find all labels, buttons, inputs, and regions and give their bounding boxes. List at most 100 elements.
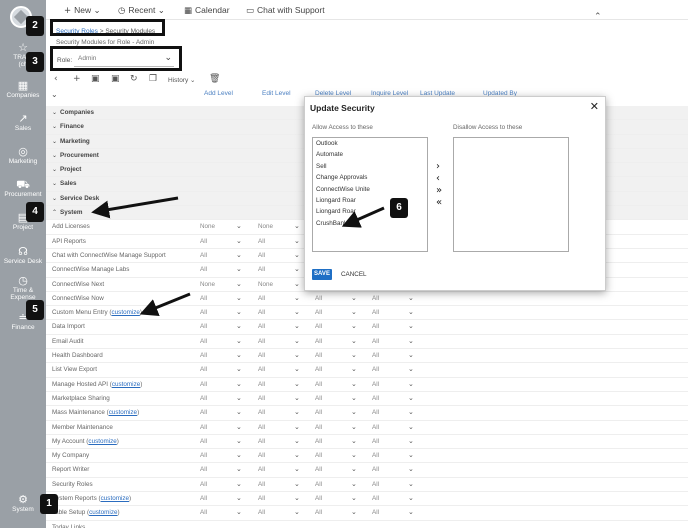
add-level-select[interactable]: All ⌄ [200,322,250,330]
delete-level-select[interactable]: All ⌄ [315,308,365,316]
delete-level-select[interactable]: All ⌄ [315,380,365,388]
add-level-select[interactable]: All ⌄ [200,265,250,273]
delete-level-select[interactable]: All ⌄ [315,437,365,445]
edit-level-select[interactable]: None ⌄ [258,222,308,230]
allow-list-item[interactable]: Liongard Roar [313,206,427,217]
edit-level-select[interactable]: All ⌄ [258,465,308,473]
edit-level-select[interactable]: All ⌄ [258,394,308,402]
move-all-right-icon[interactable]: » [436,185,442,196]
save-icon[interactable]: ▣ [91,74,100,84]
add-icon[interactable]: + [73,74,81,84]
delete-level-select[interactable]: All ⌄ [315,394,365,402]
cancel-button[interactable]: CANCEL [341,271,367,278]
add-level-select[interactable]: All ⌄ [200,337,250,345]
delete-level-select[interactable]: All ⌄ [315,465,365,473]
edit-level-select[interactable]: All ⌄ [258,451,308,459]
disallow-access-list[interactable] [453,137,569,252]
customize-link[interactable]: customize [112,309,140,316]
allow-list-item[interactable]: Automate [313,149,427,160]
inquire-level-select[interactable]: All ⌄ [372,294,422,302]
add-level-select[interactable]: All ⌄ [200,251,250,259]
edit-level-select[interactable]: All ⌄ [258,380,308,388]
delete-level-select[interactable]: All ⌄ [315,365,365,373]
customize-link[interactable]: customize [101,495,129,502]
edit-level-select[interactable]: All ⌄ [258,351,308,359]
new-menu-button[interactable]: + New ⌄ [64,5,104,16]
inquire-level-select[interactable]: All ⌄ [372,337,422,345]
inquire-level-select[interactable]: All ⌄ [372,494,422,502]
allow-list-item[interactable]: Outlook [313,138,427,149]
save-button[interactable]: SAVE [312,269,332,280]
add-level-select[interactable]: All ⌄ [200,437,250,445]
inquire-level-select[interactable]: All ⌄ [372,365,422,373]
expand-all-icon[interactable]: ⌄ [51,90,58,99]
sidebar-item-companies[interactable]: ▦ Companies [0,80,46,100]
add-level-select[interactable]: All ⌄ [200,351,250,359]
inquire-level-select[interactable]: All ⌄ [372,480,422,488]
edit-level-select[interactable]: All ⌄ [258,308,308,316]
delete-level-select[interactable]: All ⌄ [315,423,365,431]
chat-support-button[interactable]: ▭ Chat with Support [246,5,325,16]
add-level-select[interactable]: All ⌄ [200,451,250,459]
inquire-level-select[interactable]: All ⌄ [372,394,422,402]
move-all-left-icon[interactable]: « [436,197,442,208]
delete-level-select[interactable]: All ⌄ [315,480,365,488]
allow-access-list[interactable]: Outlook Automate Sell Change Approvals Conne… [312,137,428,252]
inquire-level-select[interactable]: All ⌄ [372,351,422,359]
save-close-icon[interactable]: ▣ [111,74,120,84]
edit-level-select[interactable]: All ⌄ [258,337,308,345]
add-level-select[interactable]: All ⌄ [200,423,250,431]
add-level-select[interactable]: None ⌄ [200,280,250,288]
delete-level-select[interactable]: All ⌄ [315,494,365,502]
edit-level-select[interactable]: None ⌄ [258,280,308,288]
add-level-select[interactable]: None ⌄ [200,222,250,230]
inquire-level-select[interactable]: All ⌄ [372,437,422,445]
col-header-add-level[interactable]: Add Level [204,90,233,97]
delete-level-select[interactable]: All ⌄ [315,408,365,416]
delete-level-select[interactable]: All ⌄ [315,322,365,330]
sidebar-item-sales[interactable]: ↗ Sales [0,113,46,133]
move-left-icon[interactable]: ‹ [436,173,440,184]
add-level-select[interactable]: All ⌄ [200,494,250,502]
edit-level-select[interactable]: All ⌄ [258,251,308,259]
edit-level-select[interactable]: All ⌄ [258,423,308,431]
add-level-select[interactable]: All ⌄ [200,237,250,245]
sidebar-item-procurement[interactable]: ⛟ Procurement [0,179,46,199]
add-level-select[interactable]: All ⌄ [200,508,250,516]
allow-list-item[interactable]: CrushBank [313,218,427,229]
inquire-level-select[interactable]: All ⌄ [372,508,422,516]
back-icon[interactable]: ‹ [54,74,58,84]
col-header-edit-level[interactable]: Edit Level [262,90,291,97]
allow-list-item[interactable]: Change Approvals [313,172,427,183]
add-level-select[interactable]: All ⌄ [200,308,250,316]
edit-level-select[interactable]: All ⌄ [258,408,308,416]
delete-level-select[interactable]: All ⌄ [315,508,365,516]
inquire-level-select[interactable]: All ⌄ [372,465,422,473]
delete-level-select[interactable]: All ⌄ [315,451,365,459]
allow-list-item[interactable]: ConnectWise Unite [313,184,427,195]
close-icon[interactable]: ✕ [590,100,599,113]
inquire-level-select[interactable]: All ⌄ [372,451,422,459]
inquire-level-select[interactable]: All ⌄ [372,380,422,388]
edit-level-select[interactable]: All ⌄ [258,437,308,445]
inquire-level-select[interactable]: All ⌄ [372,308,422,316]
edit-level-select[interactable]: All ⌄ [258,365,308,373]
add-level-select[interactable]: All ⌄ [200,294,250,302]
delete-level-select[interactable]: All ⌄ [315,351,365,359]
edit-level-select[interactable]: All ⌄ [258,237,308,245]
customize-link[interactable]: customize [112,381,140,388]
add-level-select[interactable]: All ⌄ [200,380,250,388]
sidebar-item-time-expense[interactable]: ◷ Time & Expense [0,275,46,302]
refresh-icon[interactable]: ↻ [130,74,138,84]
add-level-select[interactable]: All ⌄ [200,465,250,473]
move-right-icon[interactable]: › [436,161,440,172]
inquire-level-select[interactable]: All ⌄ [372,408,422,416]
customize-link[interactable]: customize [109,409,137,416]
allow-list-item[interactable]: Sell [313,161,427,172]
add-level-select[interactable]: All ⌄ [200,365,250,373]
edit-level-select[interactable]: All ⌄ [258,294,308,302]
edit-level-select[interactable]: All ⌄ [258,322,308,330]
edit-level-select[interactable]: All ⌄ [258,480,308,488]
sidebar-item-service-desk[interactable]: ☊ Service Desk [0,246,46,266]
customize-link[interactable]: customize [89,509,117,516]
